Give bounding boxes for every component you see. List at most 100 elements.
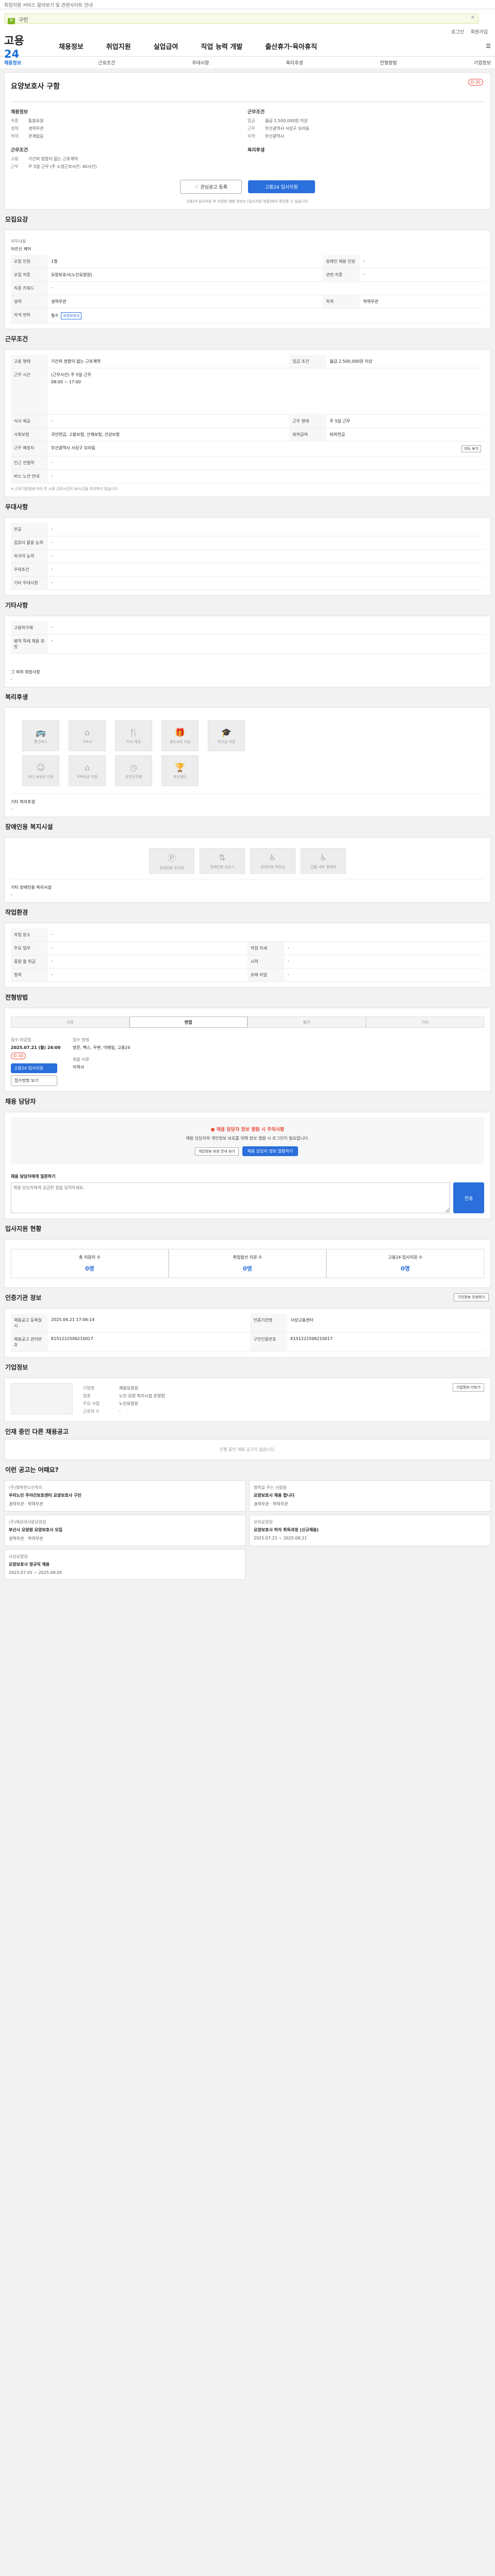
cell-value: 1명 xyxy=(48,255,323,268)
map-button[interactable]: 지도 보기 xyxy=(461,445,481,452)
cell-label: 모집 인원 xyxy=(11,255,48,268)
save-button[interactable]: ♡ 관심공고 등록 xyxy=(180,180,242,194)
deadline-block: 접수 마감일 2025.07.21 (월) 24:00 D-30 고용24 입사… xyxy=(11,1037,73,1086)
tab-company[interactable]: 기업정보 xyxy=(474,59,491,66)
contact-warning: ● 채용 담당자 정보 열람 시 주의사항 xyxy=(210,1127,285,1132)
process-apply-button[interactable]: 고용24 입사지원 xyxy=(11,1063,57,1073)
job-summary-card: D-30 요양보호사 구함 채용정보 직종 돌봄요원 경력 경력무관 학력 관계없음 … xyxy=(4,72,491,210)
tab-conditions[interactable]: 근로조건 xyxy=(98,59,115,66)
recommend-card[interactable]: (주)해운대사랑요양원 부산시 요양원 요양보호사 모집 경력무관 · 학력무관 xyxy=(4,1515,246,1546)
dday-badge: D-30 xyxy=(468,79,483,86)
logo[interactable]: 고용24 xyxy=(4,32,36,60)
cell-label: 채용공고 등록일시 xyxy=(11,1314,48,1333)
status-card: 총 지원자 수 0명 취업알선 지원 수 0명 고용24 입사지원 수 0명 xyxy=(4,1239,491,1288)
company-row: 기업명 해봉요양원 업종 노인 요양 복지시설 운영업 주요 사업 노인요양원 근로자… xyxy=(11,1383,484,1416)
nav-item-jobs[interactable]: 채용정보 xyxy=(59,41,84,51)
nav-item-training[interactable]: 직업 능력 개발 xyxy=(201,41,243,51)
kv-value: 부산광역시 사상구 모라동 xyxy=(265,126,310,131)
contact-box: ● 채용 담당자 정보 열람 시 주의사항 채용 담당자의 개인정보 보호를 위… xyxy=(11,1117,484,1164)
recommend-card[interactable]: 모라요양원 요양보호사 하자 취득과정 (신규채용) 2025.07.21 ~ 20… xyxy=(249,1515,491,1546)
etc-card: 고용허가제 - 병역 특례 채용 희망 - 그 외의 희망사항 - xyxy=(4,616,491,687)
top-notice[interactable]: 취업지원 서비스 알아보기 및 관련사이트 안내 xyxy=(0,0,495,9)
welfare-item: 🍴 식사 제공 xyxy=(115,720,152,751)
kv-label: 임금 xyxy=(248,118,255,123)
cell-value: 사상고용센터 xyxy=(287,1314,484,1333)
tab-welfare[interactable]: 복리후생 xyxy=(286,59,303,66)
contact-view-button[interactable]: 채용 담당자 정보 열람하기 xyxy=(242,1146,299,1156)
table-row: 병역 특례 채용 희망 - xyxy=(11,634,484,654)
section-title-welfare: 복리후생 xyxy=(5,693,28,701)
step-written: 필기 xyxy=(248,1016,366,1028)
cell-label: 장애인 채용 인원 xyxy=(323,255,360,268)
search-input[interactable]: N 구인 ✕ xyxy=(4,13,478,24)
tab-preference[interactable]: 우대사항 xyxy=(192,59,209,66)
print-button[interactable]: 구인정보 인쇄하기 xyxy=(454,1293,489,1301)
gift-icon: 🎁 xyxy=(175,727,185,737)
cell-value: 부산광역시 사상구 모라동 지도 보기 xyxy=(48,441,484,456)
disabled-other: 기타 장애인용 복지시설 - xyxy=(11,879,484,897)
cell-value: K151222506210017 xyxy=(287,1332,484,1352)
welfare-item: ◷ 유연근무제 xyxy=(115,755,152,786)
section-title-related: 인재 중인 다른 채용공고 xyxy=(5,1428,69,1435)
table-row: 작업 장소 - xyxy=(11,928,484,942)
nav-item-support[interactable]: 취업지원 xyxy=(106,41,131,51)
privacy-guide-button[interactable]: 개인정보 보호 안내 보기 xyxy=(194,1147,239,1156)
menu-icon[interactable]: ☰ xyxy=(486,43,491,49)
section-title-process: 전형방법 xyxy=(5,994,28,1001)
welfare-item: 🏆 포상제도 xyxy=(161,755,199,786)
cell-value: 주 5일 근무 xyxy=(326,414,484,428)
join-link[interactable]: 회원가입 xyxy=(471,30,488,35)
cell-label: 직종 키워드 xyxy=(11,281,48,295)
recommend-card[interactable]: (주)행복한노인복지 우리노인 주야간보호센터 요양보호사 구인 경력무관 · 학력… xyxy=(4,1480,246,1512)
cell-label: 기타 우대사항 xyxy=(11,576,48,590)
kv-value: 돌봄요원 xyxy=(28,118,44,123)
close-icon[interactable]: ✕ xyxy=(471,15,475,21)
nav-item-leave[interactable]: 출산휴가·육아휴직 xyxy=(265,41,317,51)
recommend-card[interactable]: 사상요양원 요양보호사 정규직 채용 2025.07.05 ~ 2025.08.05 xyxy=(4,1549,246,1580)
process-dday-badge: D-30 xyxy=(11,1053,26,1059)
cell-label: 작업 자세 xyxy=(248,941,285,955)
inquiry-input[interactable] xyxy=(11,1182,450,1213)
section-title-contact: 채용 담당자 xyxy=(5,1098,36,1105)
tab-recruit[interactable]: 채용정보 xyxy=(4,59,21,66)
table-row: 중량 물 취급 - 시력 - xyxy=(11,955,484,969)
welfare-item: 🎓 학자금 지원 xyxy=(208,720,245,751)
section-title-env: 작업환경 xyxy=(5,909,28,916)
env-card: 작업 장소 - 주요 업무 - 작업 자세 - 중량 물 취급 - 시력 - 청력 - 유해 작업… xyxy=(4,923,491,988)
kv-value: 부산광역시 xyxy=(265,134,284,139)
summary-grid: 채용정보 직종 돌봄요원 경력 경력무관 학력 관계없음 근무조건 고용 기간의 정함이… xyxy=(11,101,484,172)
process-card: 서류 면접 필기 기타 접수 마감일 2025.07.21 (월) 24:00 … xyxy=(4,1008,491,1092)
user-menu: 로그인 회원가입 xyxy=(0,27,495,36)
welfare-card: 🚌 통근버스 ⌂ 기숙사 🍴 식사 제공 🎁 경조사비 지원 🎓 학자금 지원 ☺ 자녀 보… xyxy=(4,707,491,817)
process-detail: 접수 마감일 2025.07.21 (월) 24:00 D-30 고용24 입사… xyxy=(11,1037,484,1086)
tab-process[interactable]: 전형방법 xyxy=(380,59,397,66)
summary-recruit-heading: 채용정보 xyxy=(11,110,28,115)
inquiry-title: 채용 담당자에게 질문하기 xyxy=(11,1174,56,1179)
table-row: 인근 전철역 - xyxy=(11,456,484,470)
method-view-button[interactable]: 접수방법 보기 xyxy=(11,1075,57,1086)
nav-item-unemployment[interactable]: 실업급여 xyxy=(154,41,178,51)
cell-label: 모집 직종 xyxy=(11,268,48,282)
trophy-icon: 🏆 xyxy=(175,762,185,772)
table-row: 전공 - xyxy=(11,523,484,536)
apply-button[interactable]: 고용24 입사지원 xyxy=(248,180,315,193)
method-block: 접수 방법 방문, 팩스, 우편, 이메일, 고용24 제출 서류 이력서 xyxy=(73,1037,484,1086)
inquiry-send-button[interactable]: 전송 xyxy=(453,1182,484,1213)
kv-label: 경력 xyxy=(11,126,19,131)
login-link[interactable]: 로그인 xyxy=(451,30,464,35)
cap-icon: 🎓 xyxy=(221,727,232,737)
conditions-table: 고용 형태 기간의 정함이 없는 근로계약 임금 조건 월급 2,500,000원 이… xyxy=(11,355,484,483)
cell-label: 컴퓨터 활용 능력 xyxy=(11,536,48,550)
recommend-card[interactable]: 행복을 주는 사람들 요양보호사 채용 합니다 경력무관 · 학력무관 xyxy=(249,1480,491,1512)
step-other: 기타 xyxy=(366,1016,484,1028)
company-more-button[interactable]: 기업정보 더보기 xyxy=(452,1383,484,1392)
cell-label: 인근 전철역 xyxy=(11,456,48,470)
cell-label: 청력 xyxy=(11,968,48,982)
disabled-item: ♿ 건물 내부 휠체어 xyxy=(301,848,346,874)
cell-label: 주요 업무 xyxy=(11,941,48,955)
kv-value: 관계없음 xyxy=(28,134,44,139)
cell-value: - xyxy=(48,576,484,590)
cell-value: 기간의 정함이 없는 근로계약 xyxy=(48,355,290,368)
table-row: 청력 - 유해 작업 - xyxy=(11,968,484,982)
recommend-row-3: 사상요양원 요양보호사 정규직 채용 2025.07.05 ~ 2025.08.05 xyxy=(4,1549,491,1580)
